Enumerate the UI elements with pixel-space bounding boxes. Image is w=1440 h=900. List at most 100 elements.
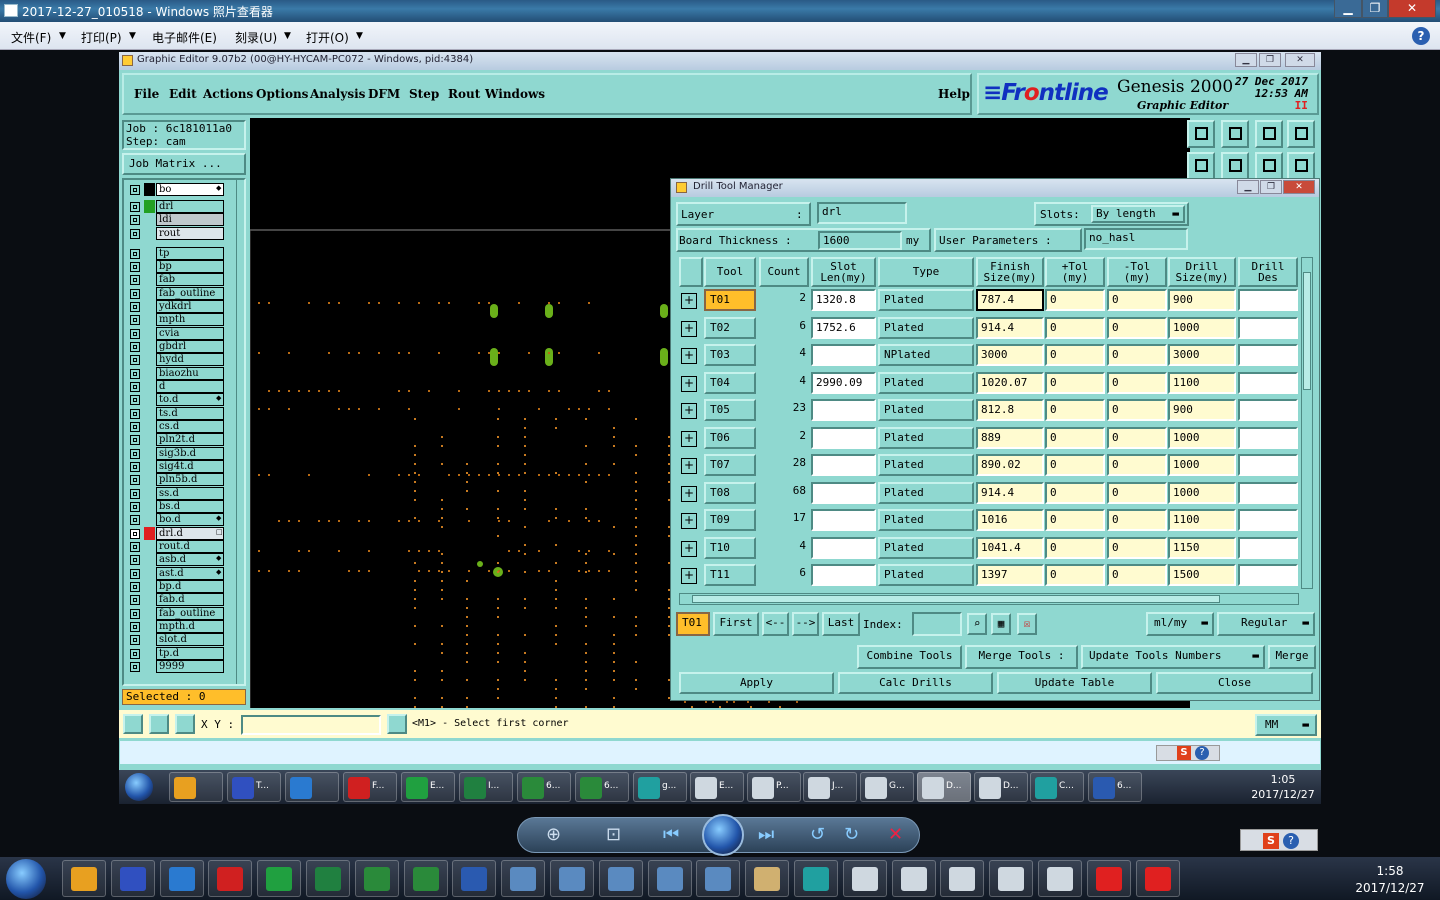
cell-ptol[interactable]: 0 <box>1045 564 1105 586</box>
cell-drill[interactable]: 900 <box>1168 289 1236 311</box>
layer-row[interactable]: fab_outline <box>126 287 226 300</box>
next-icon[interactable]: ⏭ <box>758 824 774 845</box>
layer-checkbox[interactable] <box>130 409 140 419</box>
expand-row-button[interactable]: + <box>681 293 697 309</box>
cell-finish[interactable]: 1041.4 <box>976 536 1044 559</box>
layer-checkbox[interactable] <box>130 382 140 392</box>
tool-icon-2[interactable] <box>1221 120 1249 148</box>
cell-des[interactable] <box>1238 316 1298 339</box>
menu-file[interactable]: 文件(F) <box>11 29 51 46</box>
cell-slot[interactable] <box>811 481 876 504</box>
layer-row[interactable]: mpth.d <box>126 620 226 633</box>
units-dropdown[interactable]: MM ▬ <box>1255 714 1317 736</box>
outer-taskbar-item[interactable] <box>452 860 497 897</box>
layer-checkbox[interactable] <box>130 595 140 605</box>
inner-taskbar-item[interactable]: P... <box>747 772 801 802</box>
layer-checkbox[interactable] <box>130 289 140 299</box>
rotate-right-icon[interactable]: ↻ <box>844 824 859 845</box>
cell-type[interactable]: Plated <box>878 509 974 531</box>
cell-drill[interactable]: 3000 <box>1168 344 1236 366</box>
layer-checkbox[interactable] <box>130 529 140 539</box>
layer-row[interactable]: drl.d □ <box>126 527 226 540</box>
expand-row-button[interactable]: + <box>681 348 697 364</box>
layer-checkbox[interactable] <box>130 609 140 619</box>
ime-toolbar[interactable]: S ? <box>1240 829 1318 851</box>
cell-tool[interactable]: T01 <box>704 289 756 311</box>
cell-finish[interactable]: 914.4 <box>976 481 1044 504</box>
cell-type[interactable]: Plated <box>878 564 974 586</box>
outer-taskbar-item[interactable] <box>1135 860 1180 897</box>
layer-checkbox[interactable] <box>130 569 140 579</box>
layer-row[interactable]: sig4t.d <box>126 460 226 473</box>
next-button[interactable]: --> <box>792 612 819 636</box>
menu-windows[interactable]: Windows <box>485 87 545 101</box>
inner-taskbar-item[interactable]: J... <box>803 772 857 802</box>
cell-mtol[interactable]: 0 <box>1107 536 1167 559</box>
outer-taskbar-item[interactable] <box>62 860 106 897</box>
calc-drills-button[interactable]: Calc Drills <box>838 672 993 694</box>
cell-ptol[interactable]: 0 <box>1045 509 1105 531</box>
layer-row[interactable]: cs.d <box>126 420 226 433</box>
update-table-button[interactable]: Update Table <box>997 672 1152 694</box>
first-button[interactable]: First <box>713 612 759 636</box>
layer-row[interactable]: asb.d ◆ <box>126 553 226 566</box>
maximize-button[interactable]: ❐ <box>1362 0 1388 18</box>
cell-ptol[interactable]: 0 <box>1045 371 1105 394</box>
cell-finish[interactable]: 1020.07 <box>976 371 1044 394</box>
layer-checkbox[interactable] <box>130 275 140 285</box>
layer-row[interactable]: hydd <box>126 353 226 366</box>
inner-taskbar-item[interactable]: 6... <box>575 772 629 802</box>
cell-tool[interactable]: T11 <box>704 564 756 586</box>
layer-row[interactable]: ss.d <box>126 487 226 500</box>
menu-dfm[interactable]: DFM <box>368 87 400 101</box>
cell-tool[interactable]: T09 <box>704 509 756 531</box>
cell-drill[interactable]: 1000 <box>1168 454 1236 476</box>
layer-row[interactable]: ts.d <box>126 407 226 420</box>
ime-toolbar[interactable]: S ? <box>1156 745 1220 761</box>
tool-icon-4[interactable] <box>1287 120 1315 148</box>
cell-ptol[interactable]: 0 <box>1045 426 1105 449</box>
layer-checkbox[interactable] <box>130 422 140 432</box>
cell-slot[interactable] <box>811 344 876 366</box>
grid-icon[interactable] <box>175 714 195 734</box>
menu-rout[interactable]: Rout <box>448 87 480 101</box>
layer-checkbox[interactable] <box>130 262 140 272</box>
layer-row[interactable]: pln2t.d <box>126 433 226 446</box>
outer-taskbar-item[interactable] <box>745 860 790 897</box>
cell-ptol[interactable]: 0 <box>1045 344 1105 366</box>
tool-icon-1[interactable] <box>1187 120 1215 148</box>
layer-row[interactable]: pln5b.d <box>126 473 226 486</box>
outer-taskbar-item[interactable] <box>891 860 936 897</box>
tool-icon-8[interactable] <box>1287 152 1315 180</box>
filter-icon[interactable]: ▦ <box>991 613 1011 635</box>
update-tools-numbers-dropdown[interactable]: Update Tools Numbers ▬ <box>1081 645 1265 669</box>
layer-row[interactable]: cvia <box>126 327 226 340</box>
cell-ptol[interactable]: 0 <box>1045 316 1105 339</box>
inner-taskbar-item[interactable]: E... <box>401 772 455 802</box>
cell-finish[interactable]: 914.4 <box>976 316 1044 339</box>
combine-tools-button[interactable]: Combine Tools <box>857 645 962 669</box>
outer-taskbar-item[interactable] <box>989 860 1034 897</box>
help-icon[interactable]: ? <box>1412 27 1430 45</box>
cell-type[interactable]: Plated <box>878 454 974 476</box>
menu-step[interactable]: Step <box>409 87 439 101</box>
cell-drill[interactable]: 1000 <box>1168 426 1236 449</box>
outer-taskbar-item[interactable] <box>647 860 692 897</box>
outer-taskbar-item[interactable] <box>354 860 399 897</box>
start-orb-icon[interactable] <box>6 859 46 899</box>
outer-taskbar-item[interactable] <box>550 860 594 897</box>
rotate-left-icon[interactable]: ↺ <box>810 824 825 845</box>
delete-icon[interactable]: ✕ <box>888 824 903 845</box>
layer-checkbox[interactable] <box>130 542 140 552</box>
layer-row[interactable]: gbdrl <box>126 340 226 353</box>
cell-des[interactable] <box>1238 399 1298 421</box>
table-hscrollbar[interactable] <box>679 593 1299 605</box>
layer-row[interactable]: bp <box>126 260 226 273</box>
layer-checkbox[interactable] <box>130 475 140 485</box>
inner-taskbar-item[interactable]: D... <box>974 772 1028 802</box>
cell-type[interactable]: Plated <box>878 399 974 421</box>
layer-checkbox[interactable] <box>130 185 140 195</box>
cell-slot[interactable]: 1320.8 <box>811 289 876 311</box>
menu-file[interactable]: File <box>134 87 159 101</box>
layer-row[interactable]: ldi <box>126 213 226 226</box>
